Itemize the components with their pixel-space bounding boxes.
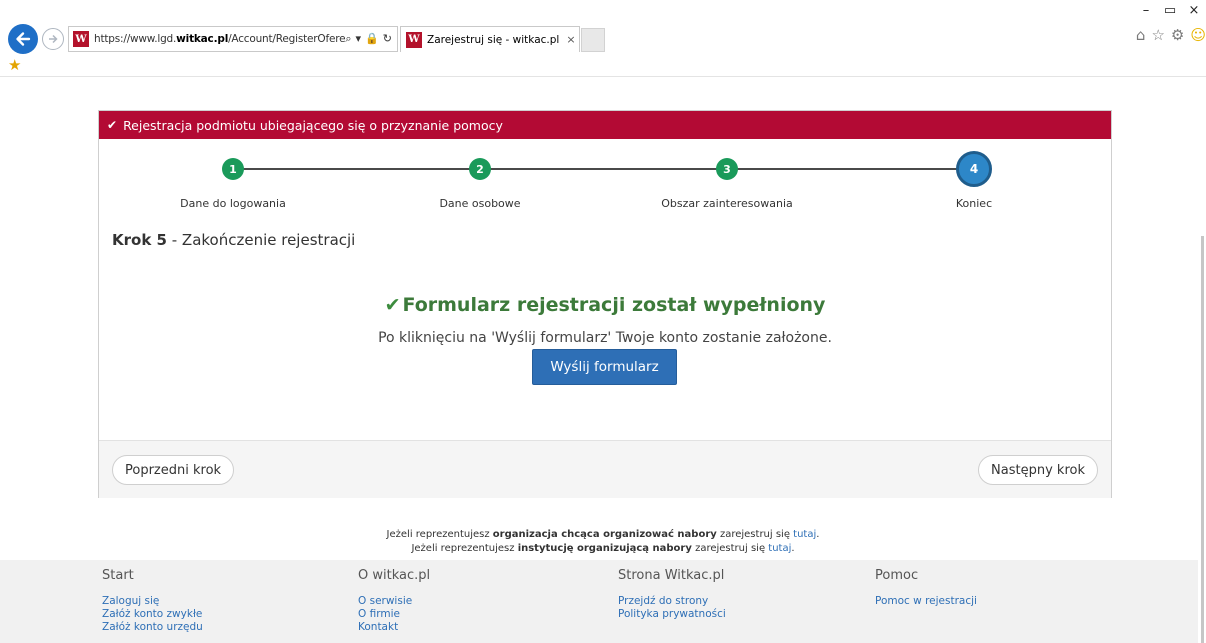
- back-button[interactable]: [8, 24, 38, 54]
- footer-column-website: Strona Witkac.pl Przejdź do strony Polit…: [618, 568, 726, 621]
- success-message: Po kliknięciu na 'Wyślij formularz' Twoj…: [378, 330, 832, 346]
- register-institution-link[interactable]: tutaj: [768, 543, 791, 554]
- address-url[interactable]: https://www.lgd.witkac.pl/Account/Regist…: [94, 33, 345, 45]
- footer-link-login[interactable]: Zaloguj się: [102, 595, 203, 608]
- dropdown-icon[interactable]: ▾: [356, 32, 362, 46]
- footer-link-registration-help[interactable]: Pomoc w rejestracji: [875, 595, 977, 608]
- step-3-label: Obszar zainteresowania: [661, 197, 793, 210]
- browser-chrome: – ▭ × W https://www.lgd.witkac.pl/Accoun…: [0, 0, 1206, 78]
- page-scrollbar[interactable]: [1198, 78, 1206, 643]
- favorites-star-icon[interactable]: ☆: [1151, 26, 1164, 44]
- tab-close-icon[interactable]: ×: [563, 33, 579, 46]
- footer-link-about-service[interactable]: O serwisie: [358, 595, 430, 608]
- success-check-icon: ✔: [384, 294, 401, 316]
- chrome-divider: [0, 76, 1206, 77]
- tab-title: Zarejestruj się - witkac.pl: [427, 33, 560, 46]
- step-2-label: Dane osobowe: [439, 197, 521, 210]
- checkmark-icon: ✔: [107, 118, 118, 132]
- browser-tools: ⌂ ☆ ⚙ ☺: [1136, 26, 1206, 44]
- registration-panel: ✔ Rejestracja podmiotu ubiegającego się …: [98, 110, 1112, 498]
- address-bar[interactable]: W https://www.lgd.witkac.pl/Account/Regi…: [68, 26, 398, 52]
- footer-heading: O witkac.pl: [358, 568, 431, 583]
- step-4-indicator-active[interactable]: 4: [956, 151, 992, 187]
- search-icon[interactable]: ⌕: [345, 32, 351, 46]
- registration-notes: Jeżeli reprezentujesz organizacja chcąca…: [0, 528, 1206, 556]
- footer-heading: Pomoc: [875, 568, 919, 583]
- tab-favicon-icon: W: [406, 31, 422, 48]
- site-footer: Start Zaloguj się Załóż konto zwykłe Zał…: [0, 560, 1198, 643]
- success-title: ✔ Formularz rejestracji został wypełniony: [384, 294, 826, 316]
- next-step-button[interactable]: Następny krok: [978, 455, 1098, 485]
- footer-heading: Strona Witkac.pl: [618, 568, 725, 583]
- panel-footer: Poprzedni krok Następny krok: [99, 440, 1111, 498]
- minimize-button[interactable]: –: [1134, 0, 1158, 22]
- panel-header-title: Rejestracja podmiotu ubiegającego się o …: [123, 117, 503, 133]
- restore-button[interactable]: ▭: [1158, 0, 1182, 22]
- footer-column-start: Start Zaloguj się Załóż konto zwykłe Zał…: [102, 568, 203, 634]
- footer-link-go-to-site[interactable]: Przejdź do strony: [618, 595, 726, 608]
- forward-button[interactable]: [42, 28, 64, 50]
- register-organization-link[interactable]: tutaj: [793, 529, 816, 540]
- step-heading: Krok 5 - Zakończenie rejestracji: [112, 231, 356, 249]
- refresh-icon[interactable]: ↻: [383, 32, 392, 46]
- home-icon[interactable]: ⌂: [1136, 26, 1146, 44]
- step-2-indicator[interactable]: 2: [469, 158, 491, 180]
- submit-form-button[interactable]: Wyślij formularz: [532, 349, 677, 385]
- lock-icon[interactable]: 🔒: [365, 32, 379, 46]
- footer-heading: Start: [102, 568, 134, 583]
- step-1-indicator[interactable]: 1: [222, 158, 244, 180]
- step-1-label: Dane do logowania: [180, 197, 286, 210]
- arrow-right-icon: [49, 34, 58, 44]
- arrow-left-icon: [16, 32, 31, 46]
- new-tab-button[interactable]: [581, 28, 605, 52]
- footer-link-about-company[interactable]: O firmie: [358, 608, 430, 621]
- footer-link-privacy[interactable]: Polityka prywatności: [618, 608, 726, 621]
- add-favorites-bar-icon[interactable]: ★: [8, 56, 21, 74]
- note-institution: Jeżeli reprezentujesz instytucję organiz…: [411, 543, 795, 554]
- note-organization: Jeżeli reprezentujesz organizacja chcąca…: [386, 529, 820, 540]
- step-3-indicator[interactable]: 3: [716, 158, 738, 180]
- wizard-steps: 1 Dane do logowania 2 Dane osobowe 3 Obs…: [99, 139, 1111, 210]
- step-4-label: Koniec: [955, 197, 993, 210]
- window-controls: – ▭ ×: [1134, 0, 1206, 22]
- feedback-smiley-icon[interactable]: ☺: [1190, 26, 1206, 44]
- panel-header: ✔ Rejestracja podmiotu ubiegającego się …: [99, 111, 1111, 139]
- footer-link-contact[interactable]: Kontakt: [358, 621, 430, 634]
- step-progress-line: [233, 168, 974, 170]
- scrollbar-thumb[interactable]: [1201, 236, 1204, 643]
- settings-gear-icon[interactable]: ⚙: [1171, 26, 1184, 44]
- footer-link-register-office[interactable]: Załóż konto urzędu: [102, 621, 203, 634]
- close-window-button[interactable]: ×: [1182, 0, 1206, 22]
- browser-tab[interactable]: W Zarejestruj się - witkac.pl ×: [400, 26, 580, 52]
- footer-column-help: Pomoc Pomoc w rejestracji: [875, 568, 977, 608]
- previous-step-button[interactable]: Poprzedni krok: [112, 455, 235, 485]
- site-favicon-icon: W: [73, 31, 89, 47]
- footer-link-register-regular[interactable]: Załóż konto zwykłe: [102, 608, 203, 621]
- footer-column-about: O witkac.pl O serwisie O firmie Kontakt: [358, 568, 430, 634]
